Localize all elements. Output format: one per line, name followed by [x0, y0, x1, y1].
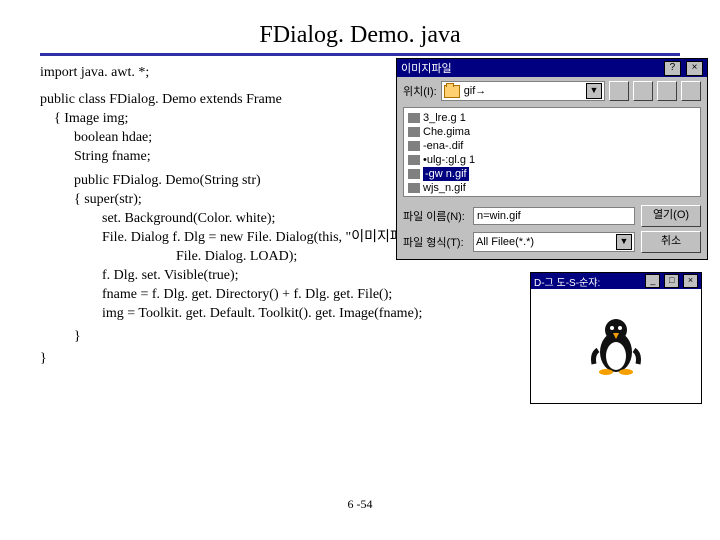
cancel-button[interactable]: 취소: [641, 231, 701, 253]
title-rule: [40, 53, 680, 56]
list-item[interactable]: -gw n.gif: [408, 167, 696, 181]
list-view-icon[interactable]: [657, 81, 677, 101]
result-title: D-그 도-S-순쟈:: [534, 274, 600, 289]
result-canvas: [531, 289, 701, 403]
list-item[interactable]: -ena-.dif: [408, 139, 696, 153]
new-folder-icon[interactable]: [633, 81, 653, 101]
lookin-row: 위치(I): gif→ ▼: [397, 77, 707, 105]
minimize-icon[interactable]: _: [645, 274, 660, 288]
chevron-down-icon[interactable]: ▼: [616, 234, 632, 250]
folder-icon: [444, 85, 460, 98]
penguin-image: [586, 314, 646, 378]
filetype-value: All Filee(*.*): [476, 236, 534, 248]
file-dialog-form: 파일 이름(N): 열기(O) 파일 형식(T): All Filee(*.*)…: [397, 201, 707, 259]
file-list[interactable]: 3_lre.g 1 Che.gima -ena-.dif •ulg-:gl.g …: [403, 107, 701, 197]
window-buttons: ? ×: [662, 61, 703, 76]
file-icon: [408, 183, 420, 193]
file-dialog-title: 이미지파일: [401, 60, 452, 76]
lookin-combo[interactable]: gif→ ▼: [441, 81, 605, 101]
close-icon[interactable]: ×: [686, 61, 703, 76]
page-number: 6 -54: [0, 497, 720, 512]
open-button[interactable]: 열기(O): [641, 205, 701, 227]
up-one-level-icon[interactable]: [609, 81, 629, 101]
file-icon: [408, 155, 420, 165]
window-buttons: _ □ ×: [644, 274, 698, 288]
details-view-icon[interactable]: [681, 81, 701, 101]
file-dialog: 이미지파일 ? × 위치(I): gif→ ▼ 3_lre.g 1 Che.gi…: [396, 58, 708, 260]
file-icon: [408, 127, 420, 137]
result-window: D-그 도-S-순쟈: _ □ ×: [530, 272, 702, 404]
help-icon[interactable]: ?: [664, 61, 681, 76]
filename-input[interactable]: [473, 207, 635, 225]
filetype-combo[interactable]: All Filee(*.*) ▼: [473, 232, 635, 252]
list-item[interactable]: wjs_n.gif: [408, 181, 696, 195]
list-item[interactable]: Che.gima: [408, 125, 696, 139]
filename-label: 파일 이름(N):: [403, 208, 467, 224]
filetype-label: 파일 형식(T):: [403, 234, 467, 250]
list-item[interactable]: •ulg-:gl.g 1: [408, 153, 696, 167]
chevron-down-icon[interactable]: ▼: [586, 83, 602, 99]
close-icon[interactable]: ×: [683, 274, 698, 288]
file-icon: [408, 169, 420, 179]
file-dialog-titlebar: 이미지파일 ? ×: [397, 59, 707, 77]
list-item[interactable]: 3_lre.g 1: [408, 111, 696, 125]
result-titlebar: D-그 도-S-순쟈: _ □ ×: [531, 273, 701, 289]
lookin-label: 위치(I):: [403, 83, 437, 99]
file-icon: [408, 141, 420, 151]
slide-title: FDialog. Demo. java: [0, 0, 720, 53]
maximize-icon[interactable]: □: [664, 274, 679, 288]
file-icon: [408, 113, 420, 123]
lookin-value: gif→: [464, 85, 487, 97]
